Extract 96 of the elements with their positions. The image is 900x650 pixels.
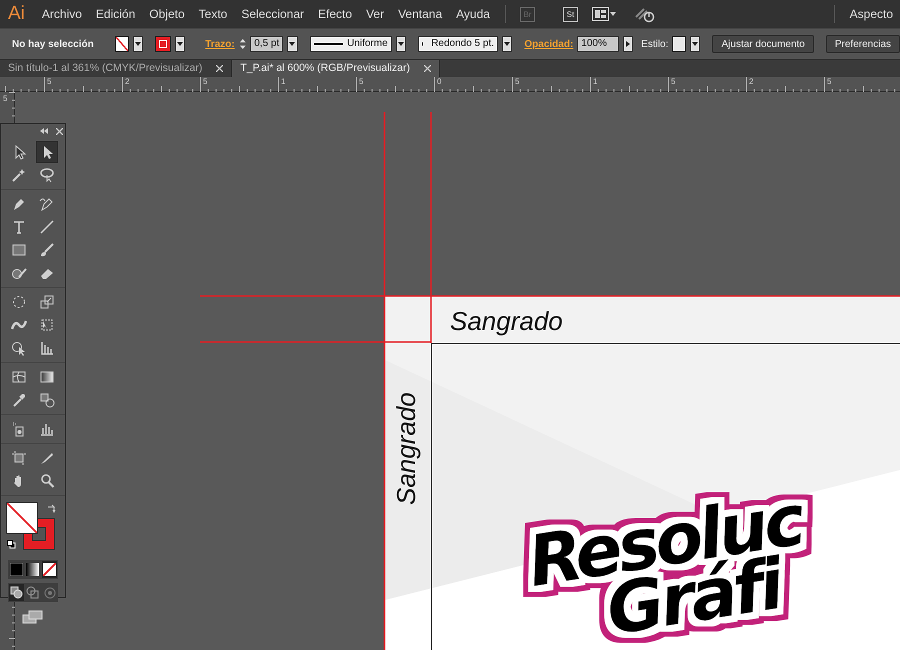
default-colors-icon[interactable] xyxy=(7,540,16,549)
caret-icon xyxy=(692,42,698,46)
stroke-weight-field[interactable]: 0,5 pt xyxy=(250,36,284,52)
ruler-label: 2 xyxy=(125,77,130,86)
fill-color[interactable] xyxy=(6,502,38,534)
ruler-label: 5 xyxy=(515,77,520,86)
color-mode-button[interactable] xyxy=(9,561,24,578)
style-swatch[interactable] xyxy=(672,36,686,52)
bleed-label: Sangrado xyxy=(391,392,421,505)
menu-item[interactable]: Seleccionar xyxy=(234,0,312,28)
brush-field[interactable]: Redondo 5 pt. xyxy=(418,36,498,52)
ruler-label: 5 xyxy=(827,77,832,86)
artboard-icon xyxy=(11,450,27,466)
opacity-field[interactable]: 100% xyxy=(577,36,619,52)
close-icon[interactable] xyxy=(216,65,224,72)
workspace-layout-icon[interactable] xyxy=(592,7,616,21)
menu-item[interactable]: Ayuda xyxy=(449,0,497,28)
brush-icon xyxy=(39,242,55,258)
toolbar-button[interactable]: Ajustar documento xyxy=(712,35,814,53)
none-mode-button[interactable] xyxy=(42,561,57,578)
caret-icon xyxy=(177,42,184,46)
workspace-switcher[interactable]: Aspecto xyxy=(842,0,900,28)
rotate-icon xyxy=(11,294,27,310)
ruler-label: 5 xyxy=(359,77,364,86)
menu-item[interactable]: Objeto xyxy=(142,0,192,28)
wand-icon xyxy=(11,167,27,183)
direct-selection-tool[interactable] xyxy=(36,141,58,163)
blend-icon xyxy=(39,392,55,408)
swatch-icon xyxy=(42,563,56,576)
ruler-label: 0 xyxy=(437,77,442,86)
drawing-mode-icon xyxy=(10,586,24,599)
fill-swatch[interactable] xyxy=(114,36,128,52)
behind-mode-button[interactable] xyxy=(25,584,41,601)
drawing-mode-icon xyxy=(42,586,56,599)
pen-nib-icon xyxy=(11,196,27,212)
selection-status: No hay selección xyxy=(11,38,95,52)
menu-item[interactable]: Archivo xyxy=(34,0,89,28)
opacity-label[interactable]: Opacidad: xyxy=(524,36,574,52)
dropdown-button[interactable] xyxy=(396,36,406,52)
caret-icon xyxy=(289,42,296,46)
line-icon xyxy=(39,219,55,235)
normal-mode-button[interactable] xyxy=(9,584,24,601)
swatch-icon xyxy=(10,563,24,576)
bleed-label: Sangrado xyxy=(450,306,563,336)
ruler-label: 5 xyxy=(3,94,8,103)
gradient-icon xyxy=(39,369,55,385)
eyedropper-icon xyxy=(11,392,27,408)
ruler-label: 1 xyxy=(281,77,286,86)
close-icon[interactable] xyxy=(56,128,63,135)
ruler-label: 5 xyxy=(203,77,208,86)
caret-icon xyxy=(504,42,510,46)
dropdown-button[interactable] xyxy=(287,36,298,52)
menu-item[interactable]: Edición xyxy=(88,0,142,28)
transform-icon xyxy=(39,317,55,333)
dropdown-button[interactable] xyxy=(174,36,186,52)
swatch-icon xyxy=(26,563,40,576)
lasso-icon xyxy=(39,167,55,183)
style-label: Estilo: xyxy=(641,38,668,52)
zoom-icon xyxy=(39,473,55,489)
ruler-label: 5 xyxy=(47,77,52,86)
toolbar-button[interactable]: Preferencias xyxy=(826,35,900,53)
dropdown-button[interactable] xyxy=(690,36,700,52)
ruler-label: 2 xyxy=(749,77,754,86)
document-tab[interactable]: T_P.ai* al 600% (RGB/Previsualizar) xyxy=(232,60,440,77)
arrow-icon xyxy=(626,41,630,47)
dropdown-button[interactable] xyxy=(132,36,143,52)
scale-icon xyxy=(39,294,55,310)
close-icon[interactable] xyxy=(424,65,431,72)
app-logo: Ai xyxy=(7,2,26,26)
swap-icon[interactable] xyxy=(46,504,56,514)
caret-icon xyxy=(398,42,404,46)
pen-curve-icon xyxy=(39,196,55,212)
screen-mode-icon[interactable] xyxy=(22,610,44,624)
bar-chart-icon xyxy=(39,421,55,437)
mesh-icon xyxy=(11,369,27,385)
menu-item[interactable]: Texto xyxy=(192,0,234,28)
stroke-label[interactable]: Trazo: xyxy=(205,36,235,52)
stroke-profile-field[interactable]: Uniforme xyxy=(310,36,392,52)
stroke-swatch[interactable] xyxy=(154,36,171,52)
shape-builder-icon xyxy=(11,340,27,356)
dropdown-button[interactable] xyxy=(502,36,512,52)
menu-item[interactable]: Ver xyxy=(359,0,392,28)
ruler-label: 1 xyxy=(593,77,598,86)
spinner-icon[interactable] xyxy=(238,36,246,52)
slider-button[interactable] xyxy=(622,36,634,52)
menu-item[interactable]: Efecto xyxy=(311,0,360,28)
menu-item[interactable]: Ventana xyxy=(391,0,450,28)
type-icon xyxy=(11,219,27,235)
caret-icon xyxy=(134,42,141,46)
drawing-mode-icon xyxy=(26,586,40,599)
collapse-icon[interactable] xyxy=(39,128,49,134)
app-button[interactable]: St xyxy=(562,6,578,22)
ruler-label: 5 xyxy=(671,77,676,86)
gradient-mode-button[interactable] xyxy=(25,561,41,578)
grid-icon xyxy=(39,340,55,356)
rectangle-icon xyxy=(11,242,27,258)
